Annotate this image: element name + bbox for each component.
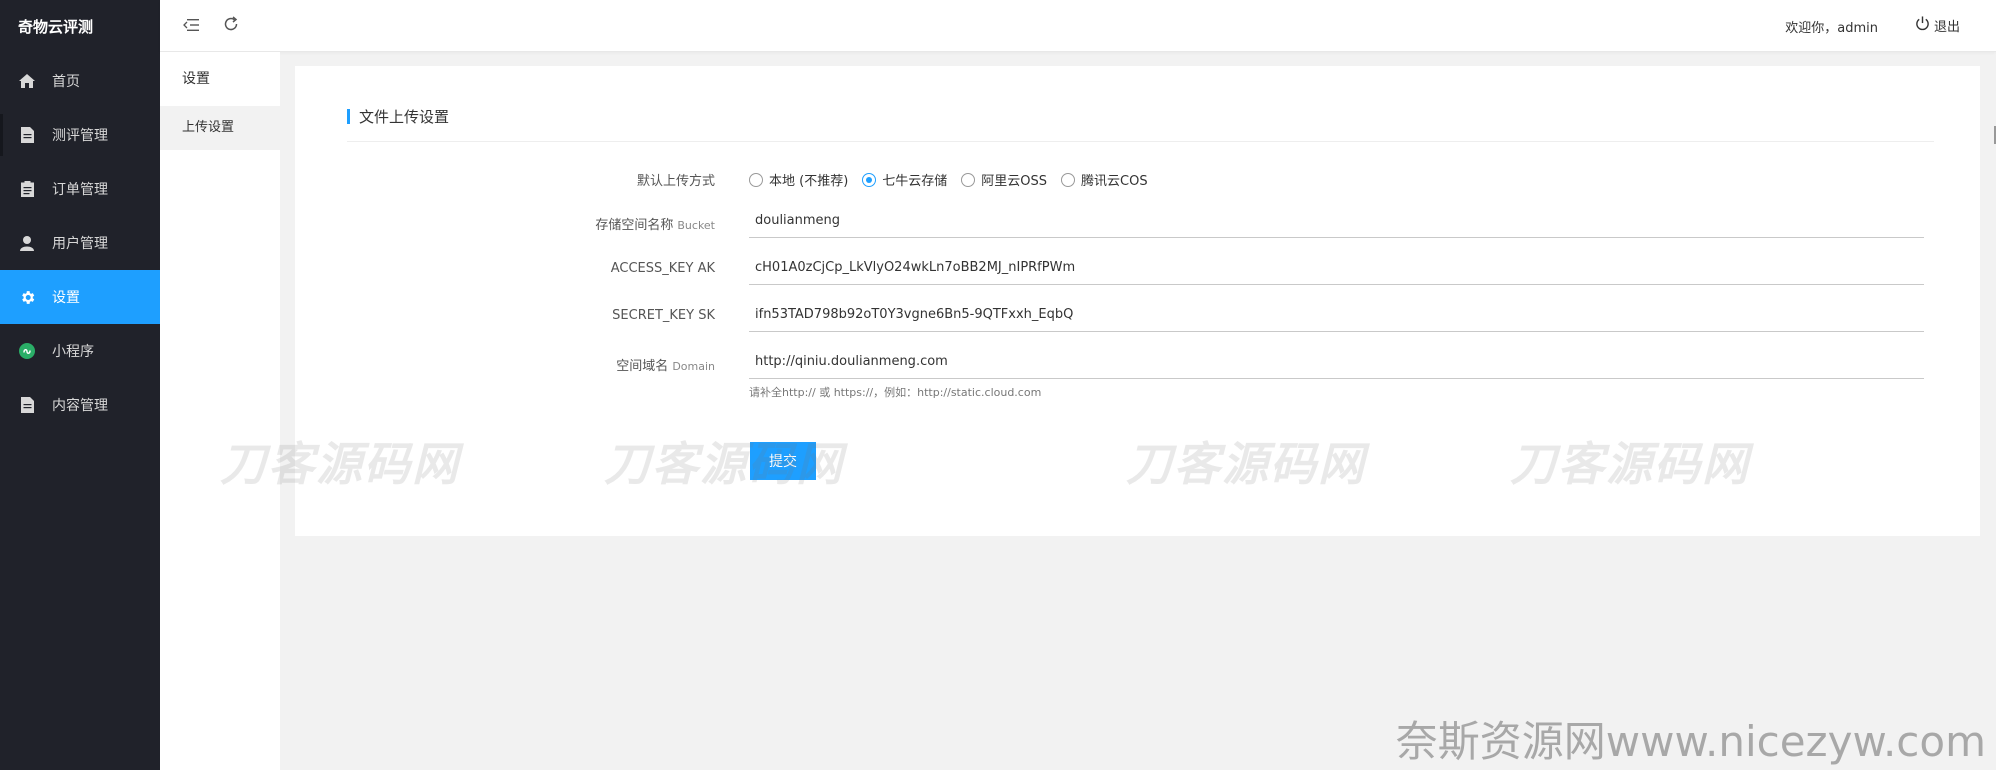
radio-label: 阿里云OSS [981, 174, 1048, 189]
sidebar-item-label: 设置 [52, 290, 80, 306]
clipboard-icon [18, 180, 36, 198]
power-icon [1915, 16, 1934, 35]
access-key-label: ACCESS_KEY AK [610, 261, 715, 276]
bucket-label: 存储空间名称 Bucket [295, 214, 733, 233]
sidebar: 奇物云评测 首页 测评管理 订单管理 用户管理 设置 小程序 内容管理 [0, 0, 160, 770]
bucket-input[interactable]: doulianmeng [749, 204, 1924, 238]
corner-watermark: 奈斯资源网www.nicezyw.com [1395, 717, 1986, 766]
sidebar-item-home[interactable]: 首页 [0, 54, 160, 108]
top-header: 欢迎你，admin 退出 [160, 0, 1996, 52]
home-icon [18, 72, 36, 90]
sidebar-marker [0, 114, 3, 156]
upload-settings-card: 文件上传设置 默认上传方式 本地 (不推荐) 七牛云存储 阿里云OSS 腾讯云C… [295, 66, 1980, 536]
user-icon [18, 234, 36, 252]
mini-program-icon [18, 342, 36, 360]
sidebar-item-order-management[interactable]: 订单管理 [0, 162, 160, 216]
menu-fold-icon [183, 17, 199, 36]
sidebar-item-label: 测评管理 [52, 128, 108, 144]
bucket-label-text: 存储空间名称 [595, 218, 674, 233]
app-root: 奇物云评测 首页 测评管理 订单管理 用户管理 设置 小程序 内容管理 欢迎你，… [0, 0, 1996, 770]
sidebar-item-content-management[interactable]: 内容管理 [0, 378, 160, 432]
upload-method-label: 默认上传方式 [636, 174, 715, 189]
upload-method-radio-group: 本地 (不推荐) 七牛云存储 阿里云OSS 腾讯云COS [749, 170, 1162, 189]
access-key-input[interactable]: cH01A0zCjCp_LkVlyO24wkLn7oBB2MJ_nIPRfPWm [749, 251, 1924, 285]
settings-submenu: 设置 上传设置 [160, 52, 280, 770]
radio-label: 七牛云存储 [882, 174, 948, 189]
domain-input[interactable]: http://qiniu.doulianmeng.com [749, 345, 1924, 379]
brand-title: 奇物云评测 [18, 18, 94, 36]
radio-label: 腾讯云COS [1081, 174, 1148, 189]
radio-circle [862, 172, 877, 187]
radio-tencent-cos[interactable]: 腾讯云COS [1061, 170, 1148, 189]
submenu-item-upload-settings[interactable]: 上传设置 [160, 106, 280, 150]
submenu-title: 设置 [182, 71, 210, 87]
radio-circle [1061, 172, 1076, 187]
section-title: 文件上传设置 [347, 106, 1934, 142]
collapse-menu-button[interactable] [180, 15, 202, 37]
radio-label: 本地 (不推荐) [769, 174, 849, 189]
sidebar-item-label: 首页 [52, 74, 80, 90]
domain-label: 空间域名 Domain [295, 355, 733, 374]
radio-qiniu[interactable]: 七牛云存储 [862, 170, 947, 189]
document-icon [18, 396, 36, 414]
secret-key-input[interactable]: ifn53TAD798b92oT0Y3vgne6Bn5-9QTFxxh_EqbQ [749, 298, 1924, 332]
submit-button[interactable]: 提交 [750, 442, 816, 480]
document-icon [18, 126, 36, 144]
domain-label-hint: Domain [672, 360, 715, 373]
sidebar-item-settings[interactable]: 设置 [0, 270, 160, 324]
sidebar-item-label: 内容管理 [52, 398, 108, 414]
sidebar-item-label: 订单管理 [52, 182, 108, 198]
sidebar-item-mini-program[interactable]: 小程序 [0, 324, 160, 378]
logout-button[interactable]: 退出 [1915, 16, 1960, 35]
radio-aliyun-oss[interactable]: 阿里云OSS [961, 170, 1047, 189]
welcome-text: 欢迎你，admin [1785, 21, 1878, 36]
gear-icon [18, 288, 36, 306]
sidebar-item-label: 用户管理 [52, 236, 108, 252]
domain-label-text: 空间域名 [616, 359, 669, 374]
secret-key-label: SECRET_KEY SK [612, 308, 715, 323]
radio-circle [961, 172, 976, 187]
sidebar-item-label: 小程序 [52, 344, 94, 360]
refresh-icon [223, 16, 239, 36]
refresh-button[interactable] [220, 15, 242, 37]
logout-label: 退出 [1933, 20, 1960, 35]
sidebar-item-review-management[interactable]: 测评管理 [0, 108, 160, 162]
domain-help-text: 请补全http:// 或 https://，例如：http://static.c… [749, 386, 1042, 399]
radio-circle [749, 172, 763, 187]
radio-local[interactable]: 本地 (不推荐) [749, 170, 848, 189]
sidebar-item-user-management[interactable]: 用户管理 [0, 216, 160, 270]
bucket-label-hint: Bucket [677, 219, 715, 232]
